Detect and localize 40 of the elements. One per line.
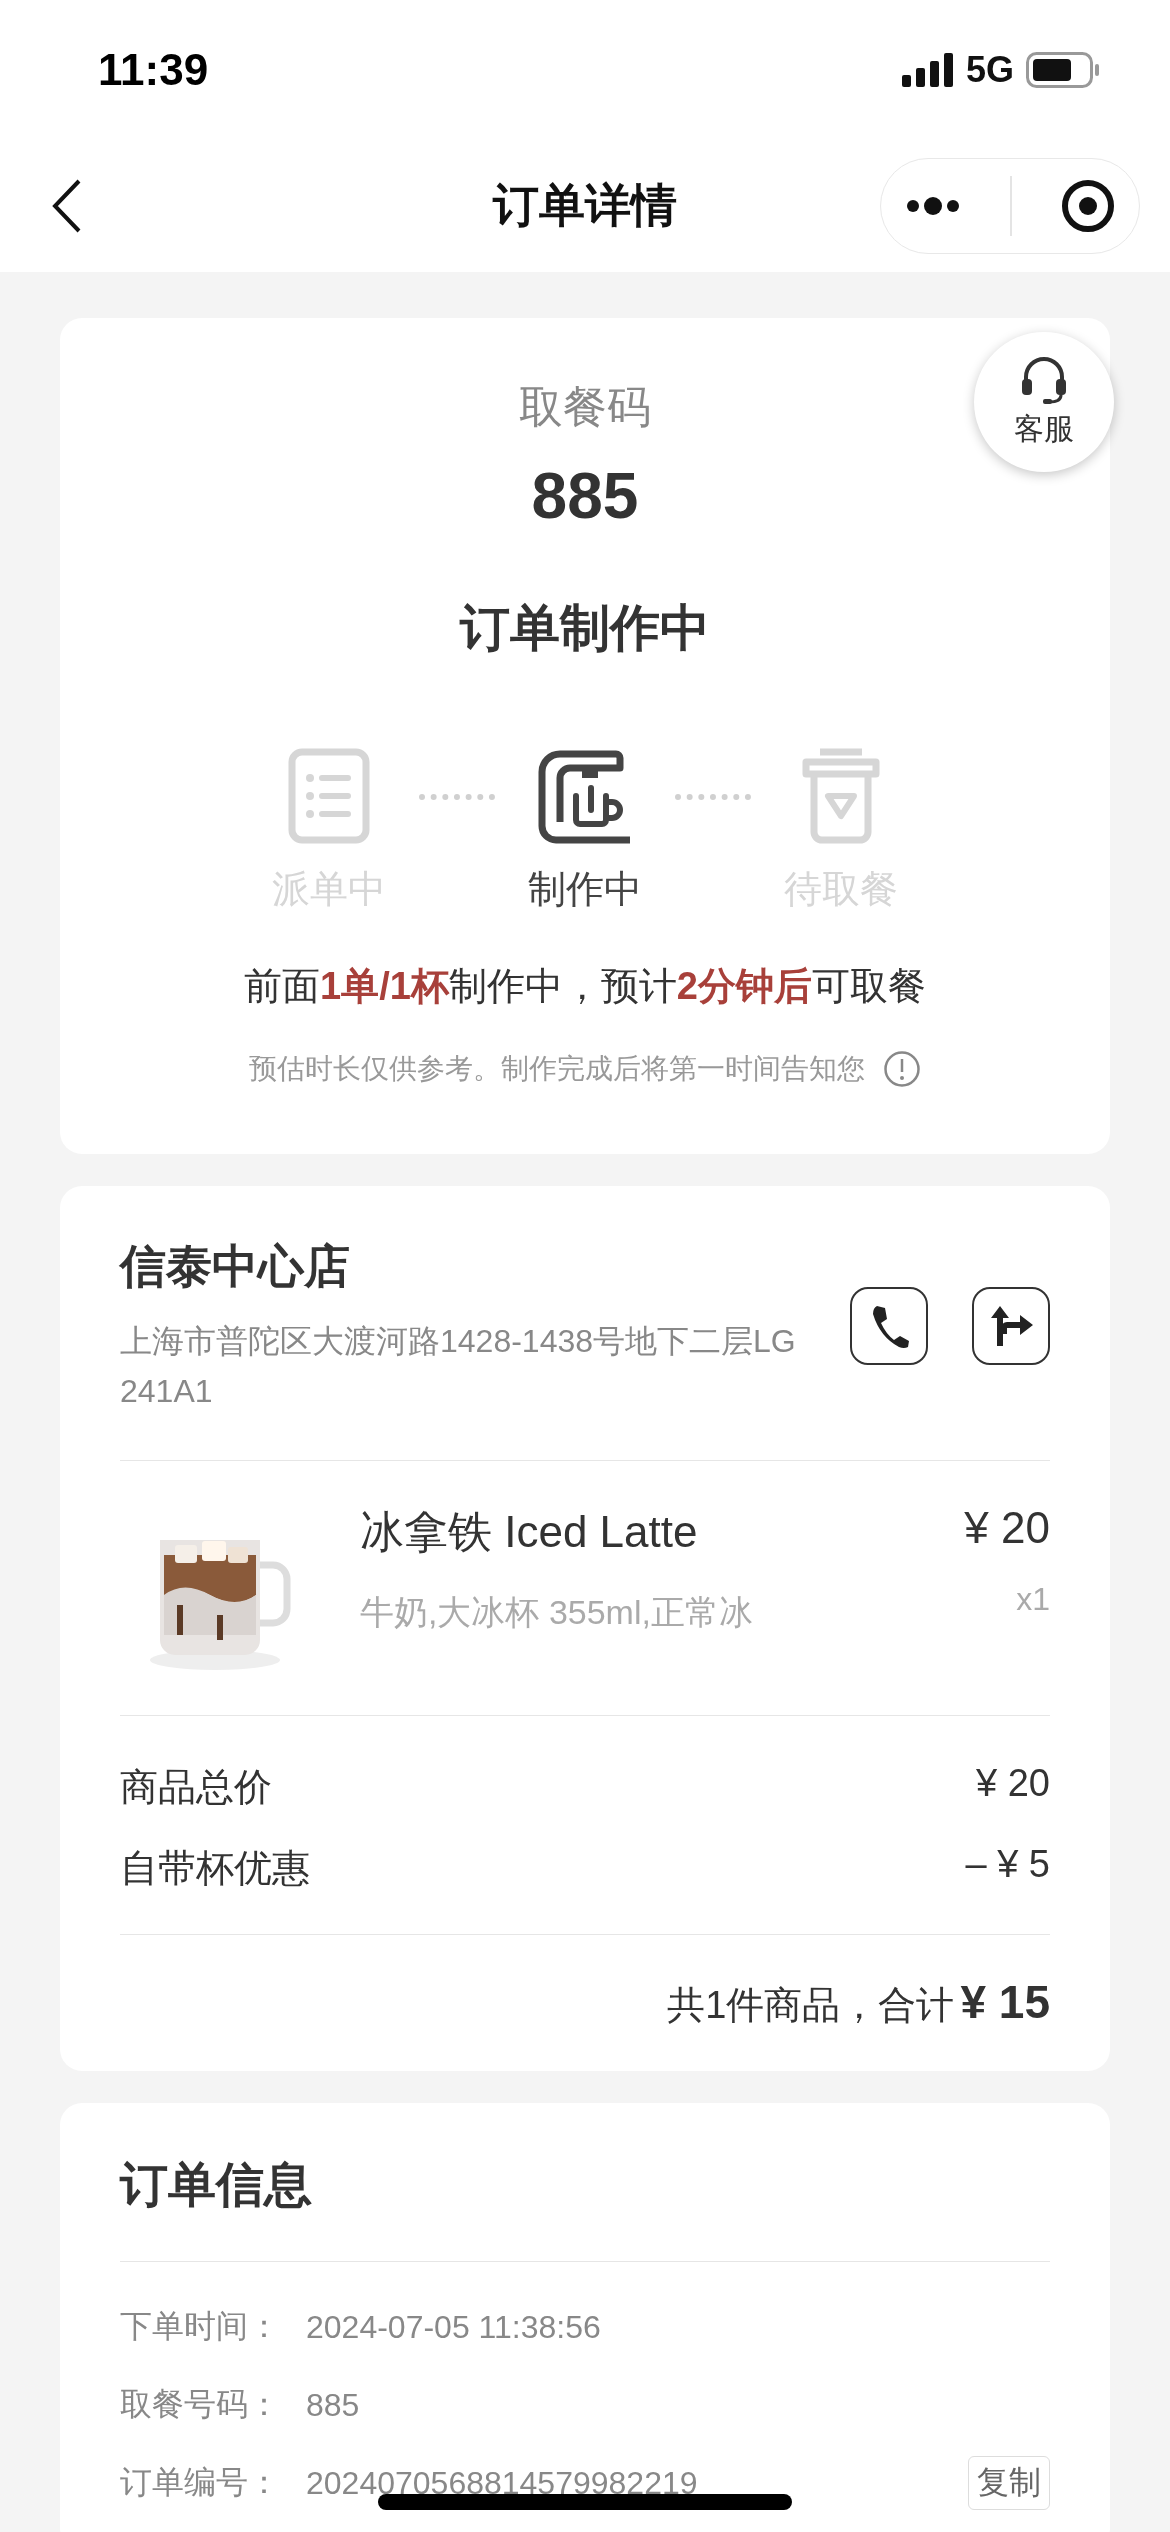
pickup-code: 885 [531, 459, 639, 533]
service-button[interactable]: 客服 [974, 332, 1114, 472]
product-quantity: x1 [1016, 1581, 1050, 1618]
directions-button[interactable] [972, 1287, 1050, 1365]
info-label: 下单时间： [120, 2307, 281, 2346]
more-icon[interactable] [905, 196, 962, 216]
product-price: ¥ 20 [964, 1503, 1050, 1553]
directions-icon [988, 1304, 1034, 1348]
info-label: 订单编号： [120, 2463, 281, 2502]
battery-icon [1026, 52, 1100, 88]
call-button[interactable] [850, 1287, 928, 1365]
network-label: 5G [965, 49, 1014, 91]
back-icon[interactable] [52, 178, 82, 234]
headset-icon [1019, 354, 1069, 405]
page-title: 订单详情 [493, 178, 677, 233]
charge-amount: – ¥ 5 [965, 1843, 1050, 1887]
order-status: 订单制作中 [460, 599, 710, 658]
step-label: 制作中 [528, 867, 642, 912]
total-label: 共1件商品，合计 [667, 1983, 955, 2028]
status-time: 11:39 [98, 45, 209, 95]
info-value: 885 [306, 2386, 361, 2424]
signal-icon [901, 53, 954, 87]
pickup-code-label: 取餐码 [519, 381, 651, 433]
charge-label: 自带杯优惠 [120, 1846, 310, 1891]
wait-message: 前面1单/1杯制作中，预计2分钟后可取餐 [244, 964, 926, 1009]
info-icon[interactable] [883, 1050, 921, 1088]
info-value: 2024-07-05 11:38:56 [306, 2308, 602, 2346]
section-title: 订单信息 [120, 2157, 313, 2213]
product-options: 牛奶,大冰杯 355ml,正常冰 [360, 1590, 965, 1636]
product-name: 冰拿铁 Iced Latte [360, 1506, 699, 1558]
info-label: 取餐号码： [120, 2385, 281, 2424]
copy-button[interactable]: 复制 [968, 2456, 1050, 2510]
charge-amount: ¥ 20 [976, 1762, 1050, 1806]
close-icon[interactable] [1060, 179, 1115, 233]
charge-label: 商品总价 [120, 1765, 272, 1810]
total-amount: ¥ 15 [960, 1975, 1050, 2029]
estimate-note: 预估时长仅供参考。制作完成后将第一时间告知您 [249, 1052, 865, 1086]
info-value: 2024070568814579982219 [306, 2464, 699, 2502]
store-address: 上海市普陀区大渡河路1428-1438号地下二层LG241A1 [120, 1322, 797, 1411]
store-name: 信泰中心店 [120, 1239, 351, 1294]
